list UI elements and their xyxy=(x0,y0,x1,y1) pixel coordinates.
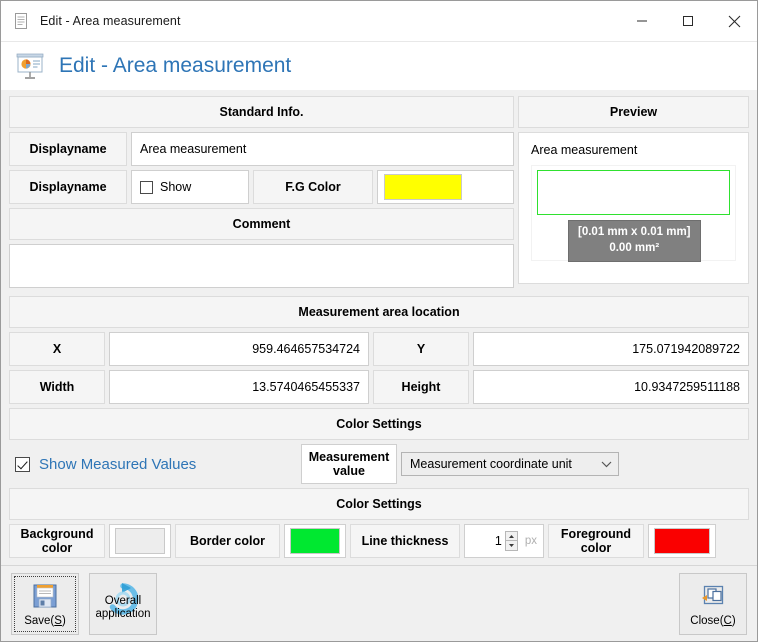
line-thickness-label: Line thickness xyxy=(350,524,460,558)
show-checkbox-box[interactable] xyxy=(140,181,153,194)
close-icon[interactable] xyxy=(711,1,757,41)
window-controls xyxy=(619,1,757,41)
preview-tooltip-line2: 0.00 mm² xyxy=(578,241,691,257)
save-button[interactable]: Save(S) xyxy=(11,573,79,635)
preview-header: Preview xyxy=(518,96,749,128)
displayname-show-row: Displayname Show F.G Color xyxy=(9,170,514,204)
color-settings-header-1: Color Settings xyxy=(9,408,749,440)
show-checkbox-label: Show xyxy=(160,180,191,194)
fg-color-label: F.G Color xyxy=(253,170,373,204)
x-input[interactable]: 959.464657534724 xyxy=(109,332,369,366)
color-settings-header-2: Color Settings xyxy=(9,488,749,520)
measurement-value-label-line1: Measurement xyxy=(309,450,390,464)
wh-row: Width 13.5740465455337 Height 10.9347259… xyxy=(9,370,749,404)
chevron-down-icon[interactable] xyxy=(601,457,612,471)
measured-values-row: Show Measured Values Measurement value M… xyxy=(9,444,749,484)
top-columns: Standard Info. Displayname Area measurem… xyxy=(9,96,749,292)
width-input[interactable]: 13.5740465455337 xyxy=(109,370,369,404)
standard-info-section: Standard Info. Displayname Area measurem… xyxy=(9,96,514,292)
displayname-label: Displayname xyxy=(9,132,127,166)
edit-area-measurement-window: Edit - Area measurement xyxy=(0,0,758,642)
show-measured-values-label: Show Measured Values xyxy=(39,456,196,473)
foreground-color-swatch[interactable] xyxy=(654,528,710,554)
stepper-buttons[interactable] xyxy=(505,531,518,551)
footer-right-group: Close(C) xyxy=(679,573,747,635)
close-button-label: Close(C) xyxy=(690,615,735,628)
background-color-label-line2: color xyxy=(42,541,73,555)
border-color-field[interactable] xyxy=(284,524,346,558)
presentation-chart-icon xyxy=(13,49,47,83)
overall-application-label: Overall application xyxy=(92,595,154,620)
show-measured-values-box[interactable] xyxy=(15,457,30,472)
measurement-unit-select[interactable]: Measurement coordinate unit xyxy=(401,452,619,476)
border-color-swatch[interactable] xyxy=(290,528,340,554)
line-thickness-stepper[interactable]: 1 px xyxy=(464,524,544,558)
fg-color-field[interactable] xyxy=(377,170,514,204)
x-value: 959.464657534724 xyxy=(252,342,360,356)
width-label: Width xyxy=(9,370,105,404)
line-thickness-value: 1 xyxy=(473,534,502,548)
document-icon xyxy=(13,12,31,30)
show-checkbox[interactable]: Show xyxy=(131,170,249,204)
fg-color-swatch[interactable] xyxy=(384,174,462,200)
measurement-unit-value: Measurement coordinate unit xyxy=(410,457,572,471)
save-button-label: Save(S) xyxy=(24,615,66,628)
displayname2-label: Displayname xyxy=(9,170,127,204)
preview-panel: Area measurement [0.01 mm x 0.01 mm] 0.0… xyxy=(518,132,749,284)
page-header: Edit - Area measurement xyxy=(1,42,757,90)
page-title: Edit - Area measurement xyxy=(59,54,291,78)
x-label: X xyxy=(9,332,105,366)
stepper-up-icon[interactable] xyxy=(505,531,518,541)
background-color-field[interactable] xyxy=(109,524,171,558)
foreground-color-label-line2: color xyxy=(581,541,612,555)
y-input[interactable]: 175.071942089722 xyxy=(473,332,749,366)
dialog-content: Standard Info. Displayname Area measurem… xyxy=(1,90,757,565)
xy-row: X 959.464657534724 Y 175.071942089722 xyxy=(9,332,749,366)
floppy-disk-icon xyxy=(30,580,60,612)
comment-header: Comment xyxy=(9,208,514,240)
overall-application-button[interactable]: Overall application xyxy=(89,573,157,635)
height-value: 10.9347259511188 xyxy=(634,380,740,394)
displayname-row: Displayname Area measurement xyxy=(9,132,514,166)
measurement-value-label-line2: value xyxy=(333,464,365,478)
stepper-down-icon[interactable] xyxy=(505,541,518,551)
maximize-button[interactable] xyxy=(665,1,711,41)
foreground-color-label: Foreground color xyxy=(548,524,644,558)
preview-measurement-rect xyxy=(537,170,730,215)
preview-tooltip: [0.01 mm x 0.01 mm] 0.00 mm² xyxy=(568,220,701,262)
close-button[interactable]: Close(C) xyxy=(679,573,747,635)
y-label: Y xyxy=(373,332,469,366)
comment-textarea[interactable] xyxy=(9,244,514,288)
minimize-button[interactable] xyxy=(619,1,665,41)
preview-label: Area measurement xyxy=(531,143,736,157)
height-input[interactable]: 10.9347259511188 xyxy=(473,370,749,404)
preview-canvas: [0.01 mm x 0.01 mm] 0.00 mm² xyxy=(531,165,736,261)
color-controls-row: Background color Border color Line thick… xyxy=(9,524,749,558)
displayname-input[interactable]: Area measurement xyxy=(131,132,514,166)
line-thickness-unit: px xyxy=(525,535,537,547)
displayname-value: Area measurement xyxy=(140,142,246,156)
preview-section: Preview Area measurement [0.01 mm x 0.01… xyxy=(518,96,749,292)
border-color-label: Border color xyxy=(175,524,280,558)
window-title: Edit - Area measurement xyxy=(40,14,619,28)
measurement-area-header: Measurement area location xyxy=(9,296,749,328)
standard-info-header: Standard Info. xyxy=(9,96,514,128)
show-measured-values-checkbox[interactable]: Show Measured Values xyxy=(9,456,297,473)
height-label: Height xyxy=(373,370,469,404)
background-color-label: Background color xyxy=(9,524,105,558)
width-value: 13.5740465455337 xyxy=(252,380,360,394)
background-color-label-line1: Background xyxy=(21,527,94,541)
measurement-value-label: Measurement value xyxy=(301,444,397,484)
windows-stack-icon xyxy=(699,580,727,612)
background-color-swatch[interactable] xyxy=(115,528,165,554)
foreground-color-field[interactable] xyxy=(648,524,716,558)
preview-tooltip-line1: [0.01 mm x 0.01 mm] xyxy=(578,225,691,241)
foreground-color-label-line1: Foreground xyxy=(561,527,631,541)
title-bar: Edit - Area measurement xyxy=(1,1,757,42)
y-value: 175.071942089722 xyxy=(632,342,740,356)
footer-toolbar: Save(S) Overall application xyxy=(1,565,757,641)
